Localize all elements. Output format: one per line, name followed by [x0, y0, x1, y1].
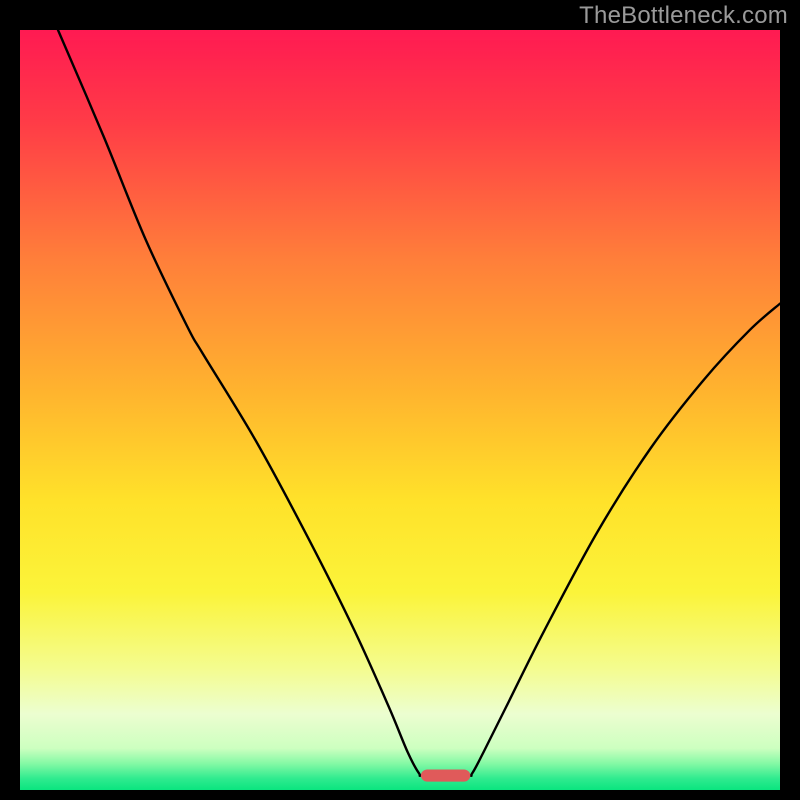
chart-svg [20, 30, 780, 790]
plot-area [20, 30, 780, 790]
chart-frame: TheBottleneck.com [0, 0, 800, 800]
gradient-background [20, 30, 780, 790]
watermark-text: TheBottleneck.com [579, 2, 788, 30]
min-marker [421, 769, 470, 781]
